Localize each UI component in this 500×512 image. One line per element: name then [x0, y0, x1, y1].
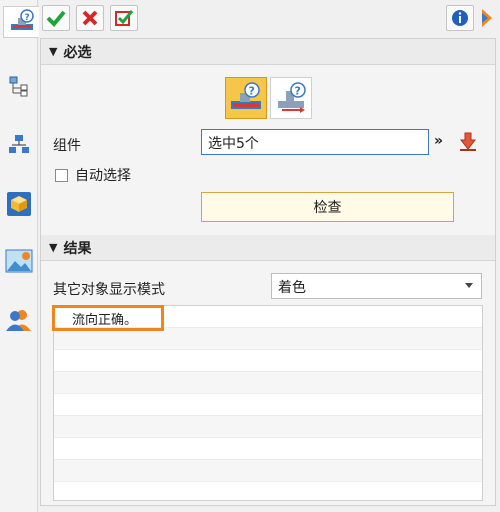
apply-button[interactable] — [110, 5, 138, 31]
flow-check-icon: ? — [231, 82, 261, 109]
collapse-triangle-icon: ▼ — [49, 45, 58, 58]
list-item — [54, 372, 482, 394]
list-item[interactable]: 流向正确。 — [54, 306, 482, 328]
list-item — [54, 328, 482, 350]
hierarchy-icon[interactable] — [3, 128, 35, 160]
ok-button[interactable] — [42, 5, 70, 31]
command-panel: ▼ 必选 ? ? 组件 选中5个 » 自动选择 检查 ▼ 结果 其它对象显示模式… — [40, 38, 496, 506]
auto-select-label: 自动选择 — [75, 168, 131, 184]
display-mode-select[interactable]: 着色 — [271, 273, 482, 299]
list-item — [54, 438, 482, 460]
section-title: 必选 — [63, 44, 92, 61]
result-list[interactable]: 流向正确。 — [53, 305, 483, 501]
image-view-icon[interactable] — [3, 246, 35, 278]
help-icon — [482, 9, 492, 27]
pick-component-button[interactable] — [459, 131, 477, 155]
list-item — [54, 416, 482, 438]
select-mode-button-selected[interactable]: ? — [225, 77, 267, 119]
list-item — [54, 460, 482, 482]
select-mode-button-alt[interactable]: ? — [270, 77, 312, 119]
check-button[interactable]: 检查 — [201, 192, 454, 222]
pick-down-arrow-icon — [459, 132, 477, 151]
svg-text:?: ? — [24, 13, 29, 23]
component-field[interactable]: 选中5个 — [201, 129, 429, 155]
info-button[interactable] — [446, 5, 474, 31]
info-icon — [452, 10, 468, 26]
help-button[interactable] — [477, 5, 497, 31]
user-icon[interactable] — [3, 304, 35, 336]
svg-text:?: ? — [249, 85, 255, 98]
display-mode-label: 其它对象显示模式 — [53, 282, 165, 298]
top-toolbar — [39, 0, 500, 36]
cancel-button[interactable] — [76, 5, 104, 31]
section-required-header[interactable]: ▼ 必选 — [41, 39, 495, 65]
apply-check-icon — [115, 10, 134, 26]
auto-select-checkbox[interactable] — [55, 169, 68, 182]
cross-icon — [82, 10, 98, 26]
list-item — [54, 394, 482, 416]
check-icon — [46, 10, 66, 27]
collapse-triangle-icon: ▼ — [49, 241, 58, 254]
section-title: 结果 — [63, 240, 92, 257]
flow-direction-icon: ? — [278, 82, 306, 113]
tree-structure-icon[interactable] — [3, 70, 35, 102]
display-mode-value: 着色 — [278, 280, 306, 296]
svg-text:?: ? — [295, 85, 301, 98]
component-label: 组件 — [53, 138, 81, 154]
cube-icon[interactable] — [3, 188, 35, 220]
list-item — [54, 350, 482, 372]
chevron-double-down-icon[interactable]: » — [434, 133, 443, 149]
flow-check-icon[interactable]: ? — [3, 6, 39, 38]
section-results-header[interactable]: ▼ 结果 — [41, 235, 495, 261]
left-tab-strip: ? — [0, 0, 39, 512]
chevron-down-icon — [465, 283, 473, 288]
